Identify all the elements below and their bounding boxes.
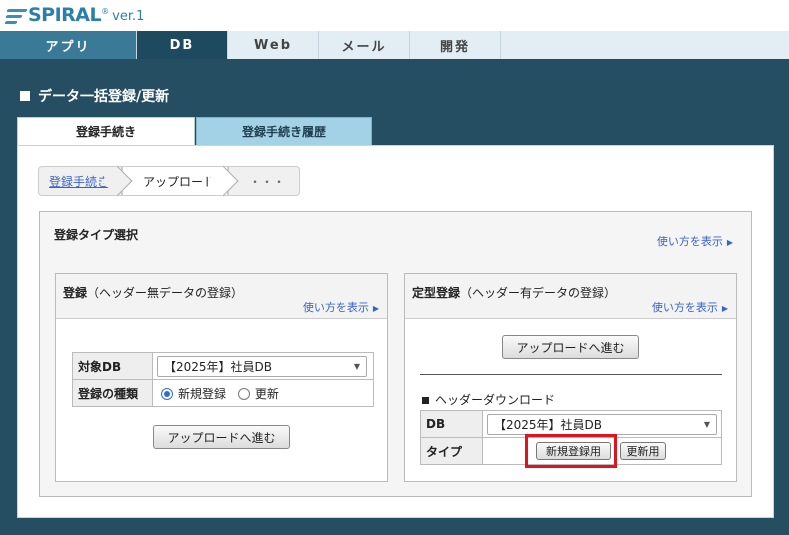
howto-link[interactable]: 使い方を表示 ▶ <box>657 233 733 249</box>
register-note: （ヘッダー無データの登録） <box>87 286 244 300</box>
breadcrumb: 登録手続き アップロード ・・・ <box>38 165 301 197</box>
download-update-button[interactable]: 更新用 <box>620 442 666 460</box>
divider <box>420 374 722 375</box>
download-db-label: DB <box>420 410 483 438</box>
radio-new-label: 新規登録 <box>178 386 227 401</box>
dropdown-arrow-icon: ▼ <box>703 419 710 429</box>
sub-tabs: 登録手続き 登録手続き履歴 <box>17 117 372 145</box>
target-db-value: 【2025年】社員DB <box>164 359 273 374</box>
download-db-value: 【2025年】社員DB <box>494 417 603 432</box>
nav-tab-apps[interactable]: アプリ <box>0 31 137 59</box>
download-title-text: ヘッダーダウンロード <box>435 393 556 407</box>
header-download-title: ヘッダーダウンロード <box>422 391 555 408</box>
download-new-button[interactable]: 新規登録用 <box>536 442 611 460</box>
fixed-box-header: 定型登録（ヘッダー有データの登録） 使い方を表示 ▶ <box>405 274 736 319</box>
main-nav: アプリ DB Web メール 開発 <box>0 31 789 59</box>
register-upload-button[interactable]: アップロードへ進む <box>153 425 290 449</box>
howto-link-text: 使い方を表示 <box>651 301 718 314</box>
register-box-header: 登録（ヘッダー無データの登録） 使い方を表示 ▶ <box>56 274 387 319</box>
triangle-right-icon: ▶ <box>726 238 733 247</box>
fixed-box-title: 定型登録（ヘッダー有データの登録） <box>412 284 616 301</box>
triangle-right-icon: ▶ <box>721 304 728 313</box>
square-bullet-icon <box>422 397 429 404</box>
main-area: データ一括登録/更新 登録手続き 登録手続き履歴 登録手続き アップロード ・・… <box>0 59 789 535</box>
square-bullet-icon <box>20 91 30 101</box>
fixed-howto-link[interactable]: 使い方を表示 ▶ <box>652 299 728 315</box>
fixed-upload-button[interactable]: アップロードへ進む <box>502 335 639 359</box>
tab-registration[interactable]: 登録手続き <box>17 117 195 145</box>
content-panel: 登録手続き アップロード ・・・ 登録タイプ選択 使い方を表示 ▶ 登録（ヘッダー… <box>17 145 774 518</box>
register-form: 対象DB 【2025年】社員DB ▼ 登録の種類 新規登録 更新 <box>72 352 374 407</box>
brand-mark: ® <box>101 7 110 16</box>
target-db-select[interactable]: 【2025年】社員DB ▼ <box>157 355 367 377</box>
register-howto-link[interactable]: 使い方を表示 ▶ <box>303 299 379 315</box>
howto-link-text: 使い方を表示 <box>656 235 723 248</box>
register-box: 登録（ヘッダー無データの登録） 使い方を表示 ▶ 対象DB 【2025年】社員DB… <box>55 273 388 482</box>
radio-update-label: 更新 <box>254 386 279 401</box>
register-kind-label: 登録の種類 <box>72 379 153 407</box>
spiral-logo-icon <box>4 7 28 25</box>
app-header: SPIRAL ® ver.1 <box>0 0 789 31</box>
fixed-register-box: 定型登録（ヘッダー有データの登録） 使い方を表示 ▶ アップロードへ進む ヘッダー… <box>404 273 737 482</box>
nav-tab-web[interactable]: Web <box>228 31 319 59</box>
nav-tab-mail[interactable]: メール <box>319 31 410 59</box>
brand-version: ver.1 <box>112 9 145 24</box>
nav-tab-dev[interactable]: 開発 <box>410 31 501 59</box>
breadcrumb-step-registration[interactable]: 登録手続き <box>38 165 133 197</box>
radio-new-registration[interactable] <box>161 388 173 400</box>
register-box-title: 登録（ヘッダー無データの登録） <box>63 284 243 301</box>
nav-tab-db[interactable]: DB <box>137 31 228 59</box>
panel-title: 登録タイプ選択 <box>54 228 139 242</box>
brand-name: SPIRAL <box>28 4 102 26</box>
fixed-note: （ヘッダー有データの登録） <box>460 286 617 300</box>
download-db-select[interactable]: 【2025年】社員DB ▼ <box>487 413 717 435</box>
breadcrumb-step-label: アップロード <box>143 174 216 189</box>
target-db-label: 対象DB <box>72 352 153 380</box>
breadcrumb-step-label: ・・・ <box>249 174 286 189</box>
registration-type-panel: 登録タイプ選択 使い方を表示 ▶ 登録（ヘッダー無データの登録） 使い方を表示 ▶ … <box>39 211 752 497</box>
spiral-logo[interactable]: SPIRAL ® ver.1 <box>4 5 144 25</box>
radio-update[interactable] <box>237 388 250 400</box>
breadcrumb-step-upload: アップロード <box>122 165 239 197</box>
page-title: データ一括登録/更新 <box>20 86 169 106</box>
fixed-title: 定型登録 <box>412 286 461 300</box>
howto-link-text: 使い方を表示 <box>302 301 369 314</box>
tab-registration-history[interactable]: 登録手続き履歴 <box>196 117 372 145</box>
page-title-text: データ一括登録/更新 <box>38 89 170 105</box>
download-type-label: タイプ <box>420 437 483 465</box>
triangle-right-icon: ▶ <box>372 304 379 313</box>
breadcrumb-link[interactable]: 登録手続き <box>49 173 109 190</box>
register-title: 登録 <box>63 286 88 300</box>
breadcrumb-step-next: ・・・ <box>228 166 301 196</box>
dropdown-arrow-icon: ▼ <box>353 361 360 371</box>
